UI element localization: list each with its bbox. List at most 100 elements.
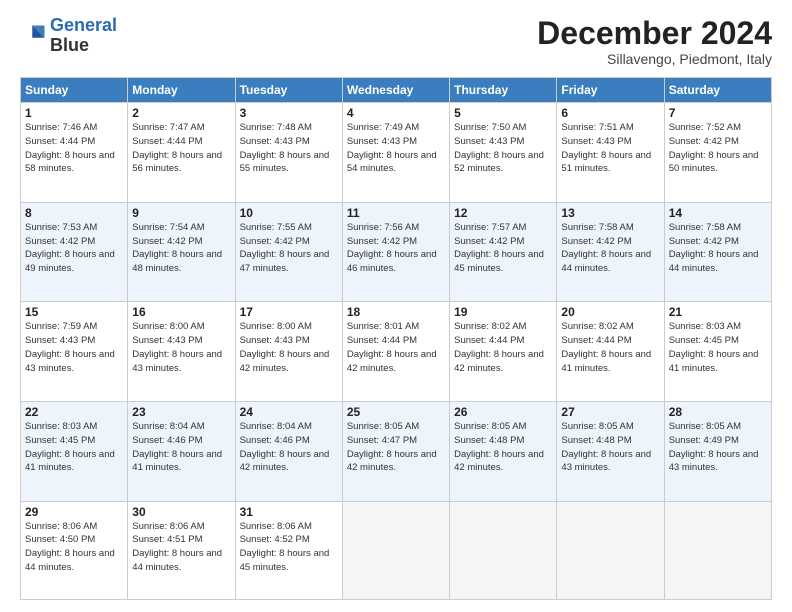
calendar-cell: 3Sunrise: 7:48 AMSunset: 4:43 PMDaylight… [235, 103, 342, 203]
calendar-cell: 7Sunrise: 7:52 AMSunset: 4:42 PMDaylight… [664, 103, 771, 203]
day-number: 25 [347, 405, 445, 419]
day-number: 16 [132, 305, 230, 319]
title-block: December 2024 Sillavengo, Piedmont, Ital… [537, 16, 772, 67]
day-number: 4 [347, 106, 445, 120]
day-number: 10 [240, 206, 338, 220]
calendar-week-row: 29Sunrise: 8:06 AMSunset: 4:50 PMDayligh… [21, 501, 772, 599]
day-number: 9 [132, 206, 230, 220]
calendar-cell: 14Sunrise: 7:58 AMSunset: 4:42 PMDayligh… [664, 202, 771, 302]
calendar-cell [450, 501, 557, 599]
day-info: Sunrise: 7:58 AMSunset: 4:42 PMDaylight:… [669, 221, 767, 276]
day-info: Sunrise: 8:05 AMSunset: 4:47 PMDaylight:… [347, 420, 445, 475]
calendar-cell: 16Sunrise: 8:00 AMSunset: 4:43 PMDayligh… [128, 302, 235, 402]
calendar-week-row: 15Sunrise: 7:59 AMSunset: 4:43 PMDayligh… [21, 302, 772, 402]
calendar-cell: 29Sunrise: 8:06 AMSunset: 4:50 PMDayligh… [21, 501, 128, 599]
calendar-cell: 5Sunrise: 7:50 AMSunset: 4:43 PMDaylight… [450, 103, 557, 203]
calendar-cell: 10Sunrise: 7:55 AMSunset: 4:42 PMDayligh… [235, 202, 342, 302]
day-number: 6 [561, 106, 659, 120]
day-number: 12 [454, 206, 552, 220]
day-info: Sunrise: 8:04 AMSunset: 4:46 PMDaylight:… [240, 420, 338, 475]
calendar-table: SundayMondayTuesdayWednesdayThursdayFrid… [20, 77, 772, 600]
day-number: 5 [454, 106, 552, 120]
day-number: 17 [240, 305, 338, 319]
day-number: 2 [132, 106, 230, 120]
calendar-header-row: SundayMondayTuesdayWednesdayThursdayFrid… [21, 78, 772, 103]
calendar-cell: 27Sunrise: 8:05 AMSunset: 4:48 PMDayligh… [557, 401, 664, 501]
day-info: Sunrise: 8:05 AMSunset: 4:48 PMDaylight:… [454, 420, 552, 475]
day-number: 24 [240, 405, 338, 419]
calendar-cell: 26Sunrise: 8:05 AMSunset: 4:48 PMDayligh… [450, 401, 557, 501]
day-info: Sunrise: 7:52 AMSunset: 4:42 PMDaylight:… [669, 121, 767, 176]
calendar-cell: 19Sunrise: 8:02 AMSunset: 4:44 PMDayligh… [450, 302, 557, 402]
day-number: 20 [561, 305, 659, 319]
day-number: 19 [454, 305, 552, 319]
calendar-cell: 28Sunrise: 8:05 AMSunset: 4:49 PMDayligh… [664, 401, 771, 501]
calendar-cell: 4Sunrise: 7:49 AMSunset: 4:43 PMDaylight… [342, 103, 449, 203]
day-info: Sunrise: 8:06 AMSunset: 4:52 PMDaylight:… [240, 520, 338, 575]
day-number: 1 [25, 106, 123, 120]
day-info: Sunrise: 7:47 AMSunset: 4:44 PMDaylight:… [132, 121, 230, 176]
logo: General Blue [20, 16, 117, 56]
calendar-cell: 17Sunrise: 8:00 AMSunset: 4:43 PMDayligh… [235, 302, 342, 402]
day-info: Sunrise: 7:59 AMSunset: 4:43 PMDaylight:… [25, 320, 123, 375]
day-info: Sunrise: 7:55 AMSunset: 4:42 PMDaylight:… [240, 221, 338, 276]
calendar-cell: 31Sunrise: 8:06 AMSunset: 4:52 PMDayligh… [235, 501, 342, 599]
day-info: Sunrise: 8:01 AMSunset: 4:44 PMDaylight:… [347, 320, 445, 375]
day-info: Sunrise: 7:51 AMSunset: 4:43 PMDaylight:… [561, 121, 659, 176]
day-number: 21 [669, 305, 767, 319]
col-header-friday: Friday [557, 78, 664, 103]
calendar-cell: 25Sunrise: 8:05 AMSunset: 4:47 PMDayligh… [342, 401, 449, 501]
calendar-cell: 13Sunrise: 7:58 AMSunset: 4:42 PMDayligh… [557, 202, 664, 302]
calendar-cell: 22Sunrise: 8:03 AMSunset: 4:45 PMDayligh… [21, 401, 128, 501]
col-header-saturday: Saturday [664, 78, 771, 103]
calendar-week-row: 8Sunrise: 7:53 AMSunset: 4:42 PMDaylight… [21, 202, 772, 302]
calendar-cell: 8Sunrise: 7:53 AMSunset: 4:42 PMDaylight… [21, 202, 128, 302]
day-number: 27 [561, 405, 659, 419]
day-info: Sunrise: 7:53 AMSunset: 4:42 PMDaylight:… [25, 221, 123, 276]
day-info: Sunrise: 8:05 AMSunset: 4:49 PMDaylight:… [669, 420, 767, 475]
day-number: 31 [240, 505, 338, 519]
calendar-cell: 1Sunrise: 7:46 AMSunset: 4:44 PMDaylight… [21, 103, 128, 203]
calendar-week-row: 22Sunrise: 8:03 AMSunset: 4:45 PMDayligh… [21, 401, 772, 501]
day-info: Sunrise: 8:03 AMSunset: 4:45 PMDaylight:… [25, 420, 123, 475]
day-info: Sunrise: 8:02 AMSunset: 4:44 PMDaylight:… [561, 320, 659, 375]
day-info: Sunrise: 7:56 AMSunset: 4:42 PMDaylight:… [347, 221, 445, 276]
logo-icon [20, 22, 48, 50]
day-number: 13 [561, 206, 659, 220]
page: General Blue December 2024 Sillavengo, P… [0, 0, 792, 612]
day-number: 7 [669, 106, 767, 120]
day-info: Sunrise: 8:03 AMSunset: 4:45 PMDaylight:… [669, 320, 767, 375]
day-info: Sunrise: 7:57 AMSunset: 4:42 PMDaylight:… [454, 221, 552, 276]
calendar-cell: 23Sunrise: 8:04 AMSunset: 4:46 PMDayligh… [128, 401, 235, 501]
day-info: Sunrise: 8:00 AMSunset: 4:43 PMDaylight:… [240, 320, 338, 375]
day-info: Sunrise: 7:49 AMSunset: 4:43 PMDaylight:… [347, 121, 445, 176]
day-number: 30 [132, 505, 230, 519]
day-number: 28 [669, 405, 767, 419]
col-header-thursday: Thursday [450, 78, 557, 103]
calendar-cell: 24Sunrise: 8:04 AMSunset: 4:46 PMDayligh… [235, 401, 342, 501]
day-info: Sunrise: 8:05 AMSunset: 4:48 PMDaylight:… [561, 420, 659, 475]
calendar-cell [664, 501, 771, 599]
day-number: 22 [25, 405, 123, 419]
day-number: 14 [669, 206, 767, 220]
day-info: Sunrise: 7:46 AMSunset: 4:44 PMDaylight:… [25, 121, 123, 176]
calendar-cell: 11Sunrise: 7:56 AMSunset: 4:42 PMDayligh… [342, 202, 449, 302]
calendar-cell: 20Sunrise: 8:02 AMSunset: 4:44 PMDayligh… [557, 302, 664, 402]
col-header-wednesday: Wednesday [342, 78, 449, 103]
day-info: Sunrise: 8:06 AMSunset: 4:50 PMDaylight:… [25, 520, 123, 575]
day-number: 23 [132, 405, 230, 419]
month-title: December 2024 [537, 16, 772, 51]
day-number: 3 [240, 106, 338, 120]
logo-text: General Blue [50, 16, 117, 56]
location-subtitle: Sillavengo, Piedmont, Italy [537, 51, 772, 67]
day-number: 15 [25, 305, 123, 319]
calendar-cell: 21Sunrise: 8:03 AMSunset: 4:45 PMDayligh… [664, 302, 771, 402]
day-info: Sunrise: 7:54 AMSunset: 4:42 PMDaylight:… [132, 221, 230, 276]
day-number: 29 [25, 505, 123, 519]
day-number: 8 [25, 206, 123, 220]
calendar-cell [342, 501, 449, 599]
day-info: Sunrise: 7:50 AMSunset: 4:43 PMDaylight:… [454, 121, 552, 176]
col-header-sunday: Sunday [21, 78, 128, 103]
day-info: Sunrise: 8:00 AMSunset: 4:43 PMDaylight:… [132, 320, 230, 375]
col-header-tuesday: Tuesday [235, 78, 342, 103]
